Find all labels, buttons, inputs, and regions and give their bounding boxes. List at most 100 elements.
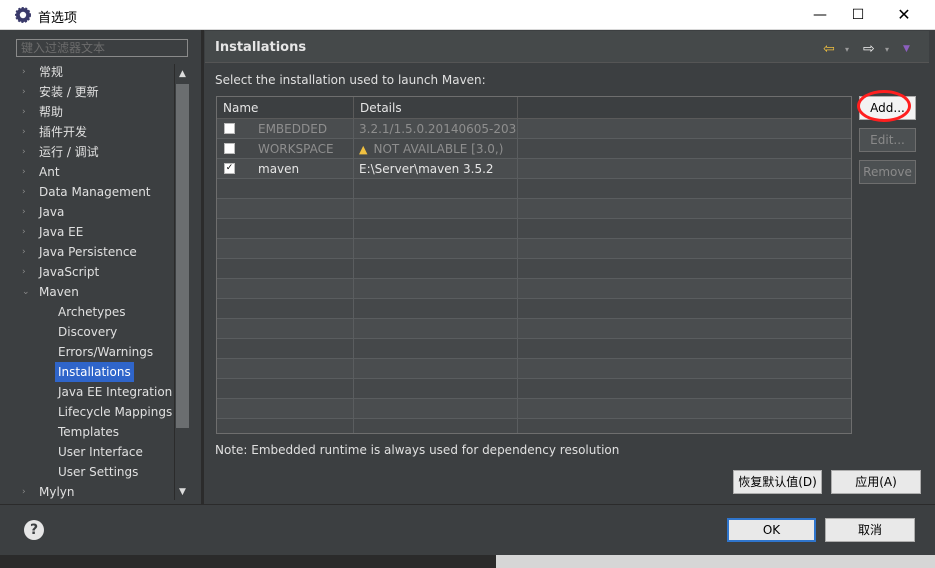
cancel-button[interactable]: 取消 [825,518,915,542]
installation-details: E:\Server\maven 3.5.2 [359,162,494,176]
checkbox-unchecked[interactable] [224,123,235,134]
forward-dropdown-icon[interactable]: ▾ [885,45,889,54]
filler-cell [518,199,851,219]
name-cell [217,339,354,359]
tree-item[interactable]: Errors/Warnings [16,342,174,362]
scroll-down-icon[interactable]: ▼ [175,484,190,500]
apply-button[interactable]: 应用(A) [831,470,921,494]
view-menu-icon[interactable]: ▼ [903,44,910,54]
tree-item[interactable]: › Mylyn [16,482,174,502]
tree-item[interactable]: › Java [16,202,174,222]
tree-item-label: Lifecycle Mappings [58,405,173,419]
tree-item[interactable]: Lifecycle Mappings [16,402,174,422]
details-cell: ▲ NOT AVAILABLE [3.0,) [354,139,518,159]
tree-item[interactable]: Archetypes [16,302,174,322]
name-cell [217,359,354,379]
tree-item[interactable]: Discovery [16,322,174,342]
tree-item[interactable]: › 安装 / 更新 [16,82,174,102]
tree-item[interactable]: › JavaScript [16,262,174,282]
filler-cell [518,239,851,259]
chevron-right-icon[interactable]: › [22,62,26,82]
chevron-right-icon[interactable]: › [22,242,26,262]
chevron-right-icon[interactable]: › [22,222,26,242]
table-row [217,199,851,219]
details-cell [354,199,518,219]
table-row [217,179,851,199]
tree-item[interactable]: Installations [16,362,174,382]
column-header-name[interactable]: Name [217,97,354,119]
name-cell [217,239,354,259]
table-row [217,239,851,259]
table-row[interactable]: ✓ maven E:\Server\maven 3.5.2 [217,159,851,179]
chevron-right-icon[interactable]: › [22,102,26,122]
table-row [217,379,851,399]
tree-item[interactable]: › 常规 [16,62,174,82]
add-button[interactable]: Add... [859,96,916,120]
table-row [217,219,851,239]
checkbox-checked[interactable]: ✓ [224,163,235,174]
tree-scrollbar[interactable]: ▲ ▼ [174,64,190,500]
warning-icon: ▲ [359,143,368,156]
tree-item-label: 帮助 [39,105,64,119]
maximize-button[interactable]: ☐ [835,0,881,30]
edit-button[interactable]: Edit... [859,128,916,152]
chevron-right-icon[interactable]: › [22,142,26,162]
chevron-right-icon[interactable]: › [22,482,26,502]
chevron-right-icon[interactable]: › [22,82,26,102]
details-cell [354,359,518,379]
filler-cell [518,279,851,299]
close-button[interactable]: ✕ [881,0,927,30]
filler-cell [518,139,851,159]
details-cell [354,419,518,433]
tree-item[interactable]: ⌄ Maven [16,282,174,302]
tree-item[interactable]: User Interface [16,442,174,462]
table-row[interactable]: EMBEDDED 3.2.1/1.5.0.20140605-2032 [217,119,851,139]
back-arrow-icon[interactable]: ⇦ [823,41,835,57]
tree-item-label: Java EE Integration [58,385,173,399]
tree-item[interactable]: › Data Management [16,182,174,202]
tree-item[interactable]: › Ant [16,162,174,182]
chevron-down-icon[interactable]: ⌄ [22,282,30,302]
details-cell [354,279,518,299]
table-row[interactable]: WORKSPACE ▲ NOT AVAILABLE [3.0,) [217,139,851,159]
chevron-right-icon[interactable]: › [22,262,26,282]
table-row [217,399,851,419]
filler-cell [518,379,851,399]
tree-item[interactable]: › 帮助 [16,102,174,122]
tree-item-label: 运行 / 调试 [39,145,99,159]
filter-input[interactable] [16,39,188,57]
tree-item[interactable]: Java EE Integration [16,382,174,402]
tree-item[interactable]: › 运行 / 调试 [16,142,174,162]
tree-item[interactable]: Templates [16,422,174,442]
name-cell [217,419,354,433]
tree-item-label: JavaScript [39,265,100,279]
installation-name: maven [258,162,300,176]
name-cell [217,299,354,319]
table-row [217,299,851,319]
table-row [217,359,851,379]
checkbox-unchecked[interactable] [224,143,235,154]
tree-item[interactable]: › Java EE [16,222,174,242]
tree-item[interactable]: › Java Persistence [16,242,174,262]
remove-button[interactable]: Remove [859,160,916,184]
footer-divider [0,504,935,505]
back-dropdown-icon[interactable]: ▾ [845,45,849,54]
tree-item-label: Errors/Warnings [58,345,154,359]
tree-item[interactable]: User Settings [16,462,174,482]
chevron-right-icon[interactable]: › [22,122,26,142]
pane-divider[interactable] [201,30,204,504]
chevron-right-icon[interactable]: › [22,182,26,202]
tree-item[interactable]: › 插件开发 [16,122,174,142]
column-header-details[interactable]: Details [354,97,518,119]
tree-item-label: Data Management [39,185,151,199]
scrollbar-thumb[interactable] [176,84,189,428]
restore-defaults-button[interactable]: 恢复默认值(D) [733,470,822,494]
tree-item-label: Discovery [58,325,118,339]
forward-arrow-icon[interactable]: ⇨ [863,41,875,57]
help-icon[interactable]: ? [24,520,44,540]
ok-button[interactable]: OK [727,518,816,542]
details-cell: E:\Server\maven 3.5.2 [354,159,518,179]
chevron-right-icon[interactable]: › [22,202,26,222]
chevron-right-icon[interactable]: › [22,162,26,182]
scroll-up-icon[interactable]: ▲ [175,66,190,82]
